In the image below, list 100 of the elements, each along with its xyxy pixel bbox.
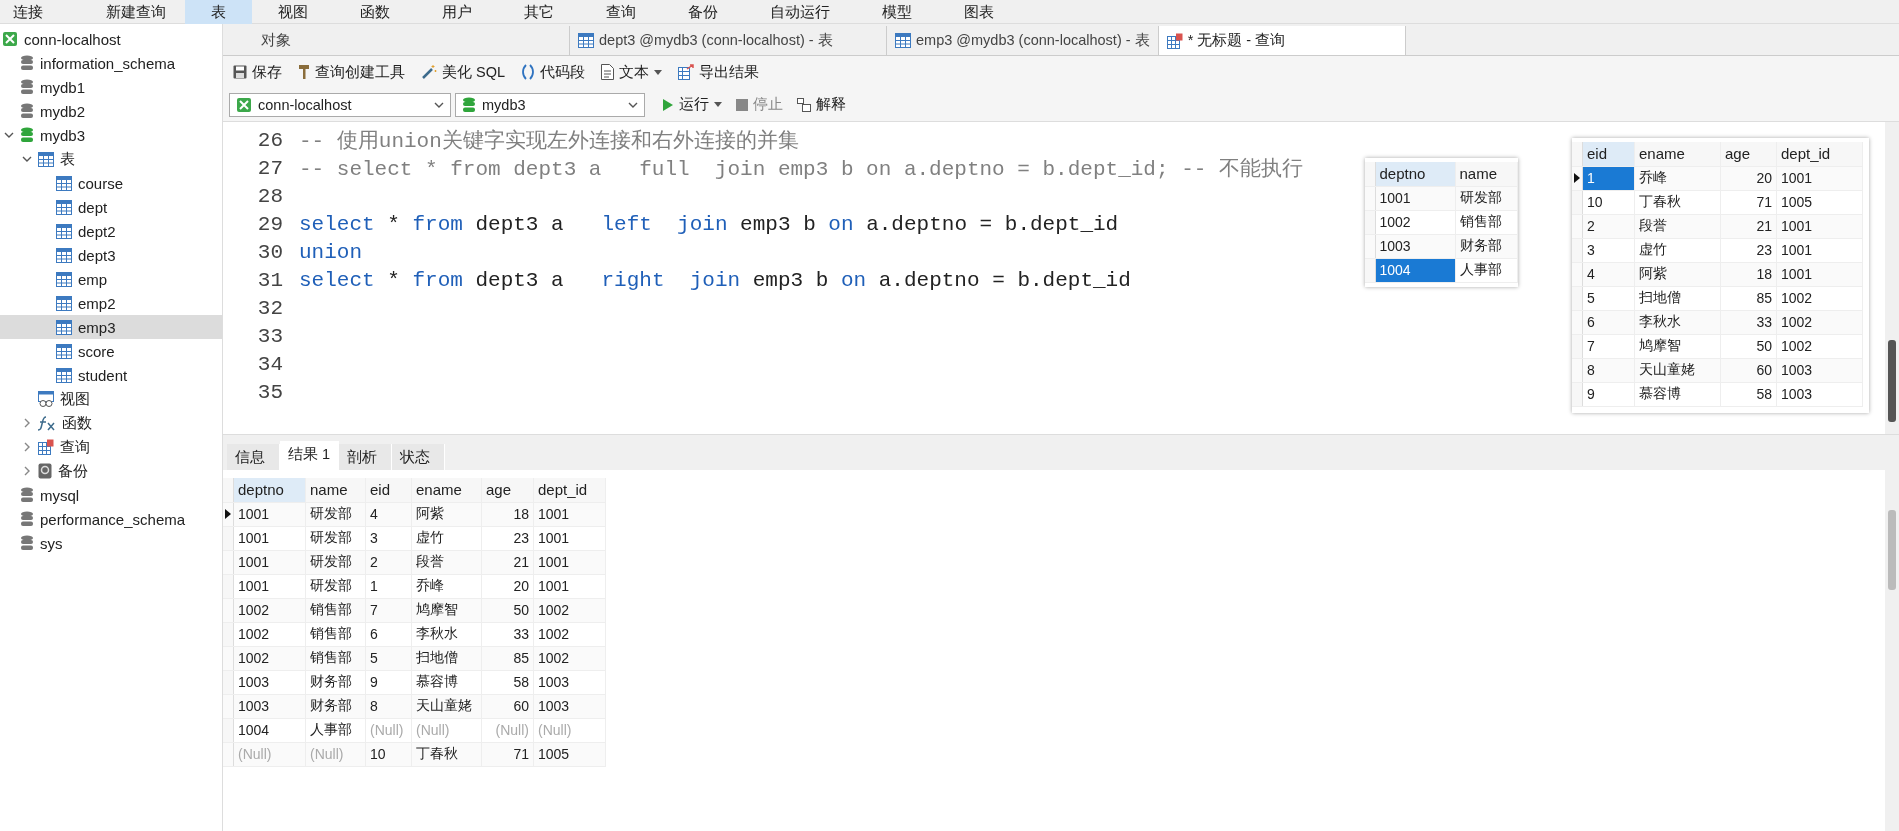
line-number: 32 (256, 296, 284, 320)
database-select[interactable]: mydb3 (455, 92, 645, 117)
line-number: 34 (256, 352, 284, 376)
table-cell: 50 (1720, 334, 1777, 358)
tree-item[interactable]: information_schema (0, 51, 222, 75)
tree-item[interactable]: mydb1 (0, 75, 222, 99)
tree-item[interactable]: 函数 (0, 411, 222, 435)
column-header[interactable]: ename (411, 478, 482, 502)
column-header[interactable]: name (305, 478, 366, 502)
menu-item[interactable]: 视图 (252, 0, 334, 24)
menu-item[interactable]: 备份 (662, 0, 744, 24)
table-cell: 销售部 (305, 622, 366, 646)
tree-item[interactable]: 查询 (0, 435, 222, 459)
tree-item[interactable]: score (0, 339, 222, 363)
result-tab[interactable]: 信息 (227, 444, 280, 470)
table-cell: 段誉 (1634, 214, 1721, 238)
table-cell: 10 (1582, 190, 1635, 214)
connection-select[interactable]: conn-localhost (229, 92, 451, 117)
toolbar-button[interactable]: 保存 (227, 59, 288, 85)
menu-item[interactable]: 查询 (580, 0, 662, 24)
column-header[interactable]: dept_id (533, 478, 606, 502)
tree-item[interactable]: performance_schema (0, 507, 222, 531)
document-tab[interactable]: emp3 @mydb3 (conn-localhost) - 表 (887, 26, 1159, 55)
column-header[interactable]: age (481, 478, 534, 502)
line-number: 28 (256, 184, 284, 208)
table-cell: 71 (1720, 190, 1777, 214)
toolbar-button[interactable]: 文本 (595, 59, 669, 85)
toolbar-button[interactable]: 代码段 (515, 59, 592, 85)
column-header[interactable]: dept_id (1776, 142, 1863, 166)
menu-item[interactable]: 连接 (0, 0, 87, 24)
scrollbar[interactable] (1885, 470, 1899, 831)
tree-item[interactable]: sys (0, 531, 222, 555)
table-cell: 虚竹 (1634, 238, 1721, 262)
tree-item[interactable]: 表 (0, 147, 222, 171)
tree-item[interactable]: student (0, 363, 222, 387)
table-cell: 1004 (233, 718, 306, 742)
toolbar-button[interactable]: 导出结果 (672, 59, 766, 85)
column-header[interactable]: deptno (1375, 162, 1455, 186)
caret-icon (714, 102, 722, 107)
chevron-right-icon (22, 418, 32, 428)
tree-item[interactable]: course (0, 171, 222, 195)
connection-icon (236, 96, 252, 113)
menu-item[interactable]: 其它 (498, 0, 580, 24)
tree-item[interactable]: dept (0, 195, 222, 219)
menu-item[interactable]: 模型 (856, 0, 938, 24)
table-cell: 天山童姥 (1634, 358, 1721, 382)
column-header[interactable]: eid (365, 478, 412, 502)
line-number: 35 (256, 380, 284, 404)
menu-item[interactable]: 自动运行 (744, 0, 856, 24)
tree-item[interactable]: emp (0, 267, 222, 291)
tree-item[interactable]: 备份 (0, 459, 222, 483)
table-icon (56, 295, 72, 311)
tree-item[interactable]: mydb3 (0, 123, 222, 147)
explain-icon (797, 97, 811, 112)
scrollbar[interactable] (1885, 122, 1899, 434)
column-header[interactable]: age (1720, 142, 1777, 166)
menu-item[interactable]: 图表 (938, 0, 1020, 24)
toolbar-button[interactable]: 查询创建工具 (292, 59, 411, 85)
table-cell: 9 (365, 670, 412, 694)
table-cell: 销售部 (1455, 210, 1517, 234)
table-cell: 1002 (533, 622, 606, 646)
table-cell: 人事部 (1455, 258, 1517, 282)
table-cell: 1003 (1776, 382, 1863, 406)
tree-item[interactable]: mysql (0, 483, 222, 507)
result-tab[interactable]: 状态 (392, 444, 446, 470)
table-cell: 李秋水 (1634, 310, 1721, 334)
result-tab[interactable]: 结果 1 (280, 441, 340, 470)
explain-button[interactable]: 解释 (792, 92, 851, 117)
table-icon (56, 247, 72, 263)
tree-item[interactable]: mydb2 (0, 99, 222, 123)
table-cell: 财务部 (305, 670, 366, 694)
tree-item[interactable]: emp3 (0, 315, 222, 339)
column-header[interactable]: ename (1634, 142, 1721, 166)
tree-item[interactable]: 视图 (0, 387, 222, 411)
document-tab[interactable]: * 无标题 - 查询 (1158, 26, 1406, 55)
query-icon (1166, 32, 1183, 49)
column-header[interactable]: name (1455, 162, 1517, 186)
menu-item[interactable]: 表 (185, 0, 252, 24)
table-cell: 1001 (233, 574, 306, 598)
run-button[interactable]: 运行 (657, 92, 727, 117)
menu-item[interactable]: 新建查询 (87, 0, 185, 24)
tree-item[interactable]: dept2 (0, 219, 222, 243)
table-cell: 研发部 (305, 574, 366, 598)
tree-item[interactable]: emp2 (0, 291, 222, 315)
tree-item[interactable]: conn-localhost (0, 27, 222, 51)
result-tab[interactable]: 剖析 (339, 444, 393, 470)
code-line: union (299, 240, 362, 264)
document-tab[interactable]: dept3 @mydb3 (conn-localhost) - 表 (570, 26, 887, 55)
save-icon (233, 65, 247, 79)
table-cell: (Null) (481, 718, 534, 742)
table-cell: 23 (1720, 238, 1777, 262)
column-header[interactable]: deptno (233, 478, 306, 502)
document-tab[interactable]: 对象 (253, 26, 570, 55)
menu-item[interactable]: 用户 (416, 0, 498, 24)
line-number: 27 (256, 156, 284, 180)
column-header[interactable]: eid (1582, 142, 1635, 166)
tree-item[interactable]: dept3 (0, 243, 222, 267)
table-cell: 1 (365, 574, 412, 598)
menu-item[interactable]: 函数 (334, 0, 416, 24)
toolbar-button[interactable]: 美化 SQL (415, 59, 512, 85)
